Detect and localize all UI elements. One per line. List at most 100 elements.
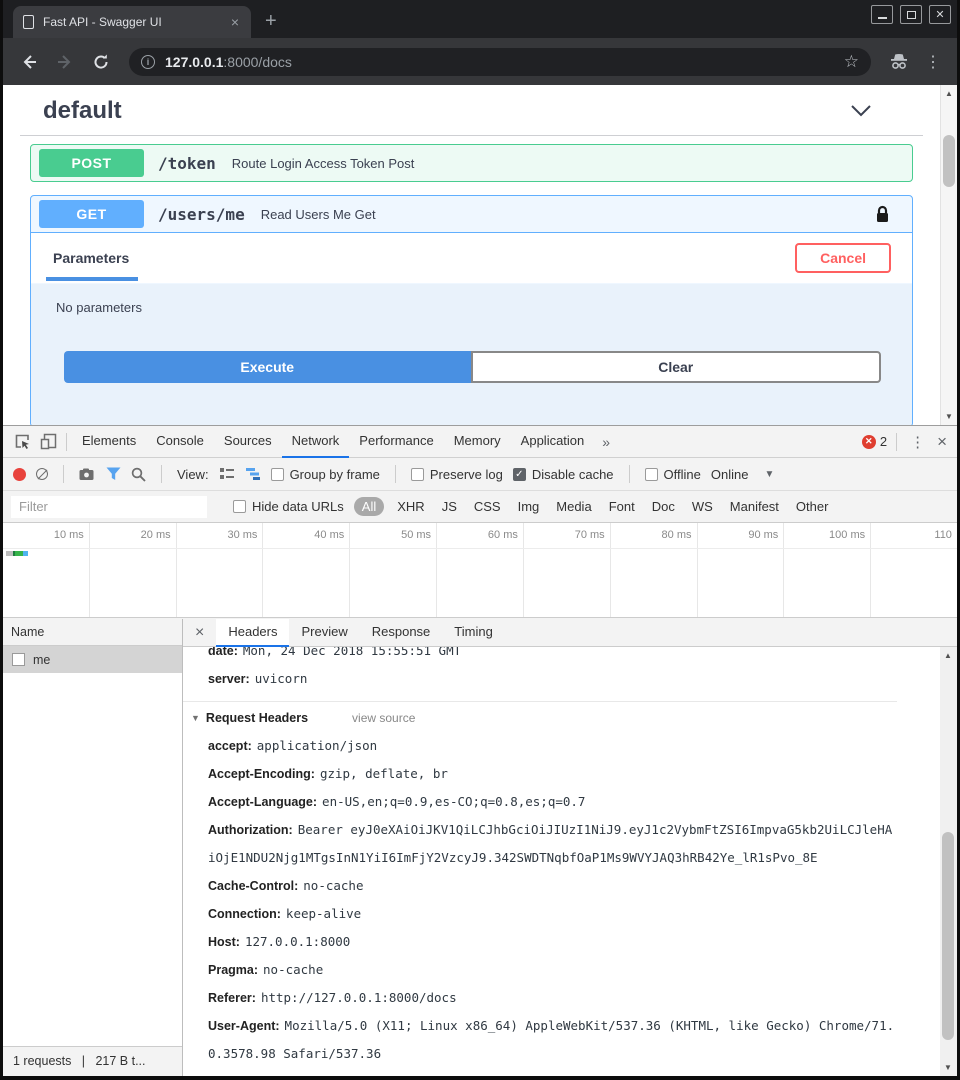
checkbox-hide-data-urls[interactable]: Hide data URLs [233, 499, 344, 514]
request-headers-section[interactable]: ▼ Request Headers view source [183, 704, 897, 732]
ruler-tick: 50 ms [350, 523, 437, 617]
tab-parameters[interactable]: Parameters [53, 250, 129, 266]
devtools-close-button[interactable]: × [933, 432, 957, 452]
operation-path: /token [158, 154, 216, 173]
close-window-button[interactable]: ✕ [929, 5, 951, 24]
minimize-button[interactable] [871, 5, 893, 24]
titlebar: Fast API - Swagger UI × + ✕ [3, 0, 957, 38]
back-button[interactable] [15, 48, 43, 76]
tab-network[interactable]: Network [282, 426, 350, 458]
scroll-down-icon[interactable]: ▼ [941, 412, 957, 421]
clear-button[interactable]: Clear [471, 351, 882, 383]
post-token-operation[interactable]: POST /token Route Login Access Token Pos… [30, 144, 913, 182]
throttling-select[interactable]: Online ▼ [711, 467, 774, 482]
filter-chip-font[interactable]: Font [609, 499, 635, 514]
reload-button[interactable] [87, 48, 115, 76]
filter-chip-ws[interactable]: WS [692, 499, 713, 514]
ruler-tick: 20 ms [90, 523, 177, 617]
header-name: Accept-Language: [208, 795, 317, 809]
screenshot-camera-icon[interactable] [79, 468, 96, 481]
tab-performance[interactable]: Performance [349, 426, 443, 458]
tab-console[interactable]: Console [146, 426, 214, 458]
filter-chip-doc[interactable]: Doc [652, 499, 675, 514]
clear-requests-icon[interactable] [36, 468, 48, 480]
detail-tabbar: × Headers Preview Response Timing [183, 619, 957, 647]
maximize-button[interactable] [900, 5, 922, 24]
tab-headers[interactable]: Headers [216, 619, 289, 647]
header-row: Authorization:Bearer eyJ0eXAiOiJKV1QiLCJ… [183, 816, 897, 872]
tab-application[interactable]: Application [511, 426, 595, 458]
detail-scrollbar[interactable]: ▲ ▼ [940, 647, 957, 1076]
tab-sources[interactable]: Sources [214, 426, 282, 458]
filter-chip-all[interactable]: All [354, 497, 384, 516]
page-scrollbar[interactable]: ▲ ▼ [940, 85, 957, 425]
site-info-icon[interactable]: i [141, 55, 155, 69]
devtools-menu-icon[interactable]: ⋮ [902, 433, 933, 451]
filter-chip-media[interactable]: Media [556, 499, 591, 514]
request-row-me[interactable]: me [3, 646, 182, 673]
header-name: Connection: [208, 907, 281, 921]
request-detail-pane: × Headers Preview Response Timing date:M… [183, 619, 957, 1076]
browser-tab[interactable]: Fast API - Swagger UI × [13, 6, 251, 38]
tab-elements[interactable]: Elements [72, 426, 146, 458]
filter-chip-js[interactable]: JS [442, 499, 457, 514]
scroll-thumb[interactable] [943, 135, 955, 187]
filter-chip-xhr[interactable]: XHR [397, 499, 424, 514]
offline-label: Offline [664, 467, 701, 482]
list-view-icon[interactable] [219, 467, 235, 481]
detail-close-button[interactable]: × [183, 624, 216, 642]
disable-cache-label: Disable cache [532, 467, 614, 482]
url-text[interactable]: 127.0.0.1:8000/docs [165, 54, 292, 70]
filter-chip-manifest[interactable]: Manifest [730, 499, 779, 514]
address-bar[interactable]: i 127.0.0.1:8000/docs ☆ [129, 48, 871, 76]
header-value: no-cache [303, 878, 363, 893]
checkbox-preserve-log[interactable]: Preserve log [411, 467, 503, 482]
device-toolbar-button[interactable] [35, 429, 61, 455]
devtools-main: Name me 1 requests | 217 B t... × Header… [3, 619, 957, 1076]
tab-memory[interactable]: Memory [444, 426, 511, 458]
record-button[interactable] [13, 468, 26, 481]
lock-icon[interactable] [875, 205, 890, 224]
filter-funnel-icon[interactable] [106, 467, 121, 481]
checkbox-offline[interactable]: Offline [645, 467, 701, 482]
tab-preview[interactable]: Preview [289, 619, 359, 647]
filter-input[interactable] [11, 496, 207, 518]
header-row: Cache-Control:no-cache [183, 872, 897, 900]
requests-name-header[interactable]: Name [3, 619, 182, 646]
filter-chip-css[interactable]: CSS [474, 499, 501, 514]
waterfall-view-icon[interactable] [245, 467, 261, 481]
execute-button[interactable]: Execute [64, 351, 471, 383]
tab-close-icon[interactable]: × [229, 14, 241, 30]
filter-chip-other[interactable]: Other [796, 499, 829, 514]
checkbox-group-by-frame[interactable]: Group by frame [271, 467, 380, 482]
search-icon[interactable] [131, 467, 146, 482]
network-overview[interactable]: 10 ms 20 ms 30 ms 40 ms 50 ms 60 ms 70 m… [3, 523, 957, 618]
tab-response[interactable]: Response [360, 619, 443, 647]
swagger-section-header[interactable]: default [3, 85, 940, 125]
swagger-page: default POST /token Route Login Access T… [3, 85, 957, 425]
scroll-up-icon[interactable]: ▲ [940, 651, 956, 660]
browser-menu-icon[interactable]: ⋮ [921, 52, 945, 72]
disclosure-triangle-icon[interactable]: ▼ [191, 704, 200, 732]
waterfall-bar[interactable] [6, 551, 28, 556]
more-tabs-icon[interactable]: » [594, 434, 618, 450]
scroll-down-icon[interactable]: ▼ [940, 1063, 956, 1072]
checkbox-disable-cache[interactable]: Disable cache [513, 467, 614, 482]
filter-chip-img[interactable]: Img [518, 499, 540, 514]
incognito-avatar-icon[interactable] [885, 48, 913, 76]
maximize-icon [907, 11, 916, 19]
header-name: Referer: [208, 991, 256, 1005]
cancel-button[interactable]: Cancel [795, 243, 891, 273]
inspect-element-button[interactable] [9, 429, 35, 455]
error-badge[interactable]: ✕ 2 [862, 434, 891, 449]
get-operation-header[interactable]: GET /users/me Read Users Me Get [31, 196, 912, 233]
view-source-link[interactable]: view source [352, 704, 415, 732]
new-tab-button[interactable]: + [265, 8, 277, 34]
scroll-thumb[interactable] [942, 832, 954, 1040]
section-divider [183, 701, 897, 702]
forward-button[interactable] [51, 48, 79, 76]
section-chevron-down-icon[interactable] [850, 104, 872, 118]
scroll-up-icon[interactable]: ▲ [941, 89, 957, 98]
bookmark-star-icon[interactable]: ☆ [844, 52, 859, 72]
tab-timing[interactable]: Timing [442, 619, 505, 647]
